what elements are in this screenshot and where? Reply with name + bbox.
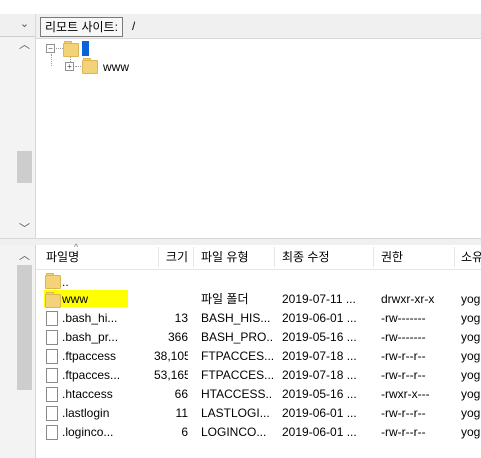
chevron-up-icon[interactable]: ︿ — [17, 38, 32, 53]
file-perms: drwxr-xr-x — [381, 292, 435, 306]
column-header-modified[interactable]: 최종 수정 — [282, 247, 370, 267]
column-divider[interactable] — [454, 247, 455, 267]
file-owner: yog — [461, 425, 481, 439]
file-size: 38,105 — [154, 349, 188, 363]
file-icon — [46, 387, 58, 402]
file-modified: 2019-05-16 ... — [282, 387, 357, 401]
collapse-icon[interactable]: − — [46, 44, 55, 53]
file-icon — [46, 311, 58, 326]
file-icon — [46, 406, 58, 421]
file-owner: yog — [461, 349, 481, 363]
file-size: 13 — [174, 311, 188, 325]
file-icon — [46, 330, 58, 345]
tree-root-selected[interactable] — [82, 41, 89, 56]
list-item[interactable]: .lastlogin 11 LASTLOGI... 2019-06-01 ...… — [36, 404, 481, 423]
file-size: 66 — [174, 387, 188, 401]
column-header-size[interactable]: 크기 — [159, 247, 188, 267]
column-header-owner[interactable]: 소유 — [461, 247, 481, 267]
file-owner: yog — [461, 406, 481, 420]
list-item[interactable]: .ftpaccess 38,105 FTPACCES... 2019-07-18… — [36, 347, 481, 366]
list-item[interactable]: .htaccess 66 HTACCESS... 2019-05-16 ... … — [36, 385, 481, 404]
file-name: .ftpaccess — [62, 349, 117, 363]
file-perms: -rw-r--r-- — [381, 349, 426, 363]
file-type: FTPACCES... — [201, 368, 273, 382]
file-owner: yog — [461, 368, 481, 382]
file-size: 53,165 — [154, 368, 188, 382]
file-icon — [46, 425, 58, 440]
remote-site-label: 리모트 사이트: — [40, 17, 123, 37]
tree-item-www[interactable]: www — [103, 59, 129, 75]
file-name: .bash_hi... — [62, 311, 118, 325]
chevron-down-icon[interactable]: ﹀ — [17, 222, 32, 237]
file-size: 366 — [167, 330, 188, 344]
file-owner: yog — [461, 311, 481, 325]
chevron-down-icon[interactable]: ⌄ — [17, 17, 32, 32]
column-divider[interactable] — [274, 247, 275, 267]
file-type: LASTLOGI... — [201, 406, 270, 420]
column-divider[interactable] — [373, 247, 374, 267]
file-type: LOGINCO... — [201, 425, 267, 439]
file-perms: -rwxr-x--- — [381, 387, 430, 401]
folder-icon[interactable] — [82, 60, 98, 74]
file-size: 6 — [181, 425, 188, 439]
column-divider[interactable] — [193, 247, 194, 267]
file-owner: yog — [461, 330, 481, 344]
file-name: www — [62, 292, 88, 306]
file-modified: 2019-07-18 ... — [282, 349, 357, 363]
local-list-scrollbar-thumb[interactable] — [17, 265, 32, 390]
expand-icon[interactable]: + — [65, 62, 74, 71]
file-perms: -rw-r--r-- — [381, 425, 426, 439]
file-modified: 2019-07-18 ... — [282, 368, 357, 382]
tree-connector — [51, 54, 52, 66]
list-item[interactable]: .bash_hi... 13 BASH_HIS... 2019-06-01 ..… — [36, 309, 481, 328]
local-tree-scrollbar-thumb[interactable] — [17, 151, 32, 183]
chevron-up-icon[interactable]: ︿ — [17, 249, 32, 264]
list-item[interactable]: .bash_pr... 366 BASH_PRO... 2019-05-16 .… — [36, 328, 481, 347]
file-type: FTPACCES... — [201, 349, 273, 363]
file-size: 11 — [175, 406, 188, 420]
file-perms: -rw------- — [381, 330, 426, 344]
file-type: BASH_HIS... — [201, 311, 271, 325]
file-name: .bash_pr... — [62, 330, 119, 344]
folder-icon — [45, 275, 61, 289]
file-icon — [46, 368, 58, 383]
file-size — [154, 290, 188, 309]
file-icon — [46, 349, 58, 364]
file-type: BASH_PRO... — [201, 330, 273, 344]
file-perms: -rw------- — [381, 311, 426, 325]
file-perms: -rw-r--r-- — [381, 406, 426, 420]
file-modified: 2019-06-01 ... — [282, 406, 357, 420]
file-modified: 2019-06-01 ... — [282, 425, 357, 439]
tree-connector — [56, 48, 63, 49]
file-modified: 2019-07-11 ... — [282, 292, 356, 306]
file-perms: -rw-r--r-- — [381, 368, 426, 382]
file-name: .loginco... — [62, 425, 114, 439]
file-modified: 2019-06-01 ... — [282, 311, 357, 325]
file-name: .ftpacces... — [62, 368, 121, 382]
tree-connector — [75, 66, 81, 67]
list-item[interactable]: .ftpacces... 53,165 FTPACCES... 2019-07-… — [36, 366, 481, 385]
remote-path-input[interactable]: / — [132, 17, 135, 35]
file-type: 파일 폴더 — [201, 292, 249, 306]
column-header-name[interactable]: 파일명 — [46, 247, 156, 267]
column-header-perms[interactable]: 권한 — [381, 247, 451, 267]
file-name: .htaccess — [62, 387, 113, 401]
file-name: .lastlogin — [62, 406, 110, 420]
list-item[interactable]: .loginco... 6 LOGINCO... 2019-06-01 ... … — [36, 423, 481, 442]
list-item[interactable]: .. — [36, 271, 481, 290]
file-modified: 2019-05-16 ... — [282, 330, 357, 344]
file-type: HTACCESS... — [201, 387, 273, 401]
file-owner: yog — [461, 387, 481, 401]
file-owner: yog — [461, 292, 481, 306]
column-header-type[interactable]: 파일 유형 — [201, 247, 271, 267]
folder-icon[interactable] — [63, 43, 79, 57]
folder-icon — [45, 294, 61, 308]
list-item[interactable]: www 파일 폴더 2019-07-11 ... drwxr-xr-x yog — [36, 290, 481, 309]
